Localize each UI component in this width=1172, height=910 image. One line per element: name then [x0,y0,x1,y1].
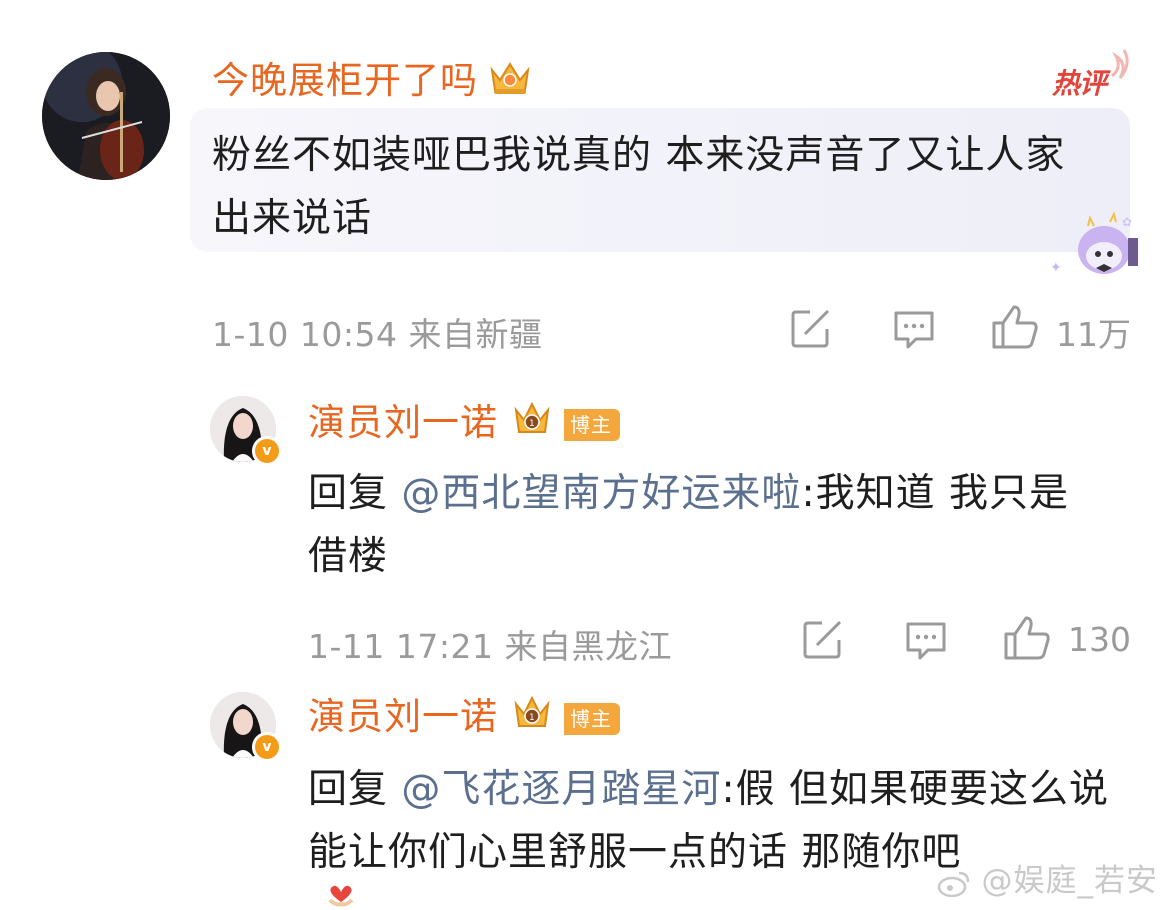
crown-icon [488,56,532,109]
comment-text: 粉丝不如装哑巴我说真的 本来没声音了又让人家出来说话 [212,133,1066,241]
crown-icon: 1 [512,692,560,745]
reply-text: 回复 @西北望南方好运来啦:我知道 我只是借楼 [308,471,1069,579]
like-count: 130 [1068,620,1131,659]
share-icon[interactable] [802,618,844,660]
reply-username[interactable]: 演员刘一诺 1 博主 [308,398,620,451]
like-icon[interactable] [1002,614,1052,662]
comment-icon[interactable] [904,620,948,662]
reply-username[interactable]: 演员刘一诺 1 博主 [308,692,620,745]
verified-icon: v [252,436,282,466]
avatar[interactable] [42,52,170,180]
blogger-badge: 博主 [564,408,620,441]
avatar[interactable]: v [210,692,282,762]
avatar[interactable]: v [210,396,282,466]
comment-meta: 1-10 10:54 来自新疆 [212,315,543,354]
sticker-icon: ✦ ✿ [1050,211,1138,276]
svg-text:✦: ✦ [1050,260,1062,276]
heart-hands-icon [328,885,354,907]
share-icon[interactable] [790,307,832,349]
watermark: @娱庭_若安 [937,855,1158,900]
flame-icon [1111,49,1129,79]
svg-text:✿: ✿ [1122,215,1132,229]
blogger-badge: 博主 [564,702,620,735]
verified-icon: v [252,732,282,762]
mention-link[interactable]: @西北望南方好运来啦 [401,471,801,516]
comment-icon[interactable] [892,309,936,351]
crown-icon: 1 [512,398,560,451]
reply-meta: 1-11 17:21 来自黑龙江 [308,627,672,666]
like-count: 11万 [1056,315,1131,354]
weibo-logo-icon [937,871,969,897]
mention-link[interactable]: @飞花逐月踏星河 [401,767,721,812]
svg-text:1: 1 [529,713,536,723]
avatar-image [42,52,170,180]
like-icon[interactable] [990,303,1040,351]
comment-username[interactable]: 今晚展柜开了吗 [212,56,532,109]
svg-text:1: 1 [529,419,536,429]
